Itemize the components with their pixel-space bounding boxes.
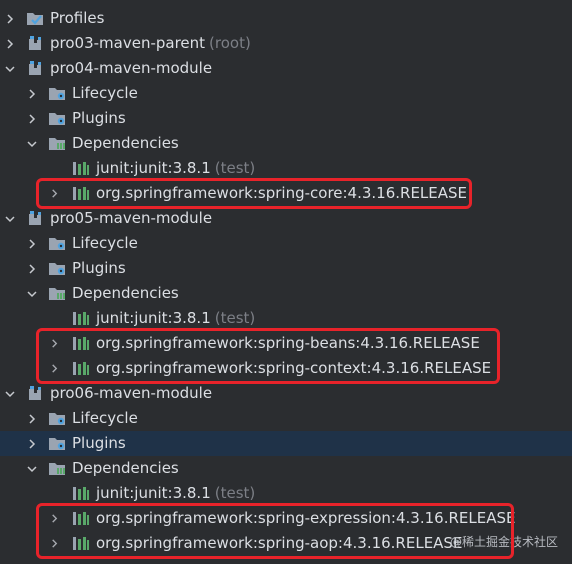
- chevron-down-icon[interactable]: [2, 206, 18, 231]
- tree-item-pro04-dependencies[interactable]: Dependencies: [0, 131, 572, 156]
- highlight-box: [36, 328, 500, 384]
- maven-tree: Profiles pro03-maven-parent (root) pro04-ma…: [0, 6, 572, 556]
- plugins-folder-icon: [48, 110, 66, 127]
- dependency-item-suffix: (test): [214, 484, 256, 502]
- maven-module-icon: [26, 60, 44, 77]
- tree-item-profiles[interactable]: Profiles: [0, 6, 572, 31]
- chevron-down-icon[interactable]: [24, 131, 40, 156]
- dependency-item-suffix: (test): [214, 159, 256, 177]
- tree-item-pro03-label: pro03-maven-parent: [50, 34, 206, 52]
- dependencies-folder-icon: [48, 460, 66, 477]
- tree-item-pro05-dependencies-label: Dependencies: [72, 284, 179, 302]
- tree-item-pro03-suffix: (root): [209, 34, 251, 52]
- chevron-right-icon[interactable]: [2, 31, 18, 56]
- chevron-right-icon[interactable]: [24, 406, 40, 431]
- tree-item-pro06-plugins[interactable]: Plugins: [0, 431, 572, 456]
- tree-item-pro05-plugins-label: Plugins: [72, 259, 126, 277]
- dependency-item-suffix: (test): [214, 309, 256, 327]
- dependencies-folder-icon: [48, 285, 66, 302]
- chevron-down-icon[interactable]: [24, 281, 40, 306]
- maven-module-icon: [26, 210, 44, 227]
- tree-item-pro05[interactable]: pro05-maven-module: [0, 206, 572, 231]
- chevron-right-icon[interactable]: [24, 431, 40, 456]
- maven-module-icon: [26, 35, 44, 52]
- chevron-right-icon[interactable]: [2, 6, 18, 31]
- plugins-folder-icon: [48, 260, 66, 277]
- tree-item-pro04-plugins[interactable]: Plugins: [0, 106, 572, 131]
- tree-item-pro04-label: pro04-maven-module: [50, 59, 213, 77]
- tree-item-pro06-lifecycle-label: Lifecycle: [72, 409, 138, 427]
- chevron-down-icon[interactable]: [24, 456, 40, 481]
- dependency-item-label: junit:junit:3.8.1: [96, 159, 211, 177]
- tree-item-pro05-dependencies[interactable]: Dependencies: [0, 281, 572, 306]
- chevron-right-icon[interactable]: [24, 256, 40, 281]
- lifecycle-folder-icon: [48, 235, 66, 252]
- dependency-item-label: junit:junit:3.8.1: [96, 309, 211, 327]
- tree-item-pro06-lifecycle[interactable]: Lifecycle: [0, 406, 572, 431]
- chevron-down-icon[interactable]: [2, 56, 18, 81]
- highlight-box: [36, 503, 514, 559]
- maven-module-icon: [26, 385, 44, 402]
- lifecycle-folder-icon: [48, 85, 66, 102]
- dependencies-folder-icon: [48, 135, 66, 152]
- tree-item-pro06-plugins-label: Plugins: [72, 434, 126, 452]
- tree-item-pro06-label: pro06-maven-module: [50, 384, 213, 402]
- tree-item-pro04-lifecycle-label: Lifecycle: [72, 84, 138, 102]
- tree-item-pro05-label: pro05-maven-module: [50, 209, 213, 227]
- tree-item-pro04[interactable]: pro04-maven-module: [0, 56, 572, 81]
- library-icon: [72, 160, 90, 177]
- tree-item-pro05-plugins[interactable]: Plugins: [0, 256, 572, 281]
- chevron-right-icon[interactable]: [24, 106, 40, 131]
- tree-item-pro05-lifecycle[interactable]: Lifecycle: [0, 231, 572, 256]
- library-icon: [72, 485, 90, 502]
- chevron-right-icon[interactable]: [24, 231, 40, 256]
- highlight-box: [36, 178, 472, 209]
- chevron-right-icon[interactable]: [24, 81, 40, 106]
- tree-item-pro04-dependencies-label: Dependencies: [72, 134, 179, 152]
- tree-item-pro04-lifecycle[interactable]: Lifecycle: [0, 81, 572, 106]
- profiles-icon: [26, 10, 44, 27]
- lifecycle-folder-icon: [48, 410, 66, 427]
- tree-item-pro06-dependencies[interactable]: Dependencies: [0, 456, 572, 481]
- plugins-folder-icon: [48, 435, 66, 452]
- tree-item-pro04-plugins-label: Plugins: [72, 109, 126, 127]
- tree-item-pro05-lifecycle-label: Lifecycle: [72, 234, 138, 252]
- tree-item-pro06[interactable]: pro06-maven-module: [0, 381, 572, 406]
- library-icon: [72, 310, 90, 327]
- chevron-down-icon[interactable]: [2, 381, 18, 406]
- tree-item-profiles-label: Profiles: [50, 9, 105, 27]
- tree-item-pro03[interactable]: pro03-maven-parent (root): [0, 31, 572, 56]
- dependency-item-label: junit:junit:3.8.1: [96, 484, 211, 502]
- tree-item-pro06-dependencies-label: Dependencies: [72, 459, 179, 477]
